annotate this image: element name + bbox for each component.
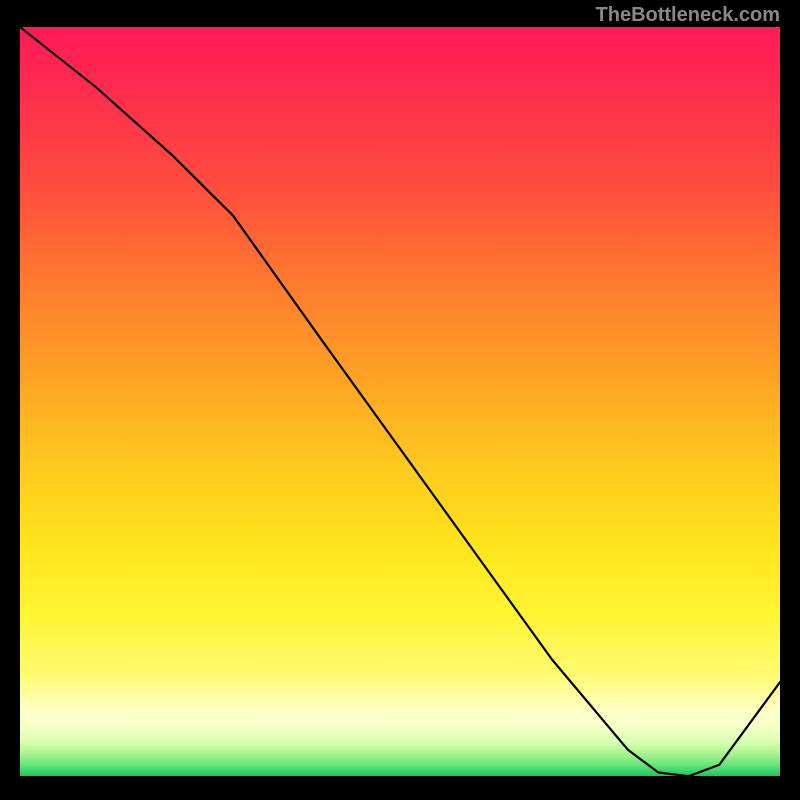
x-axis-line xyxy=(14,776,782,782)
chart-container: { "watermark": "TheBottleneck.com", "lab… xyxy=(0,0,800,800)
watermark-text: TheBottleneck.com xyxy=(596,4,780,27)
line-curve xyxy=(20,27,780,780)
y-axis-line xyxy=(14,27,20,782)
